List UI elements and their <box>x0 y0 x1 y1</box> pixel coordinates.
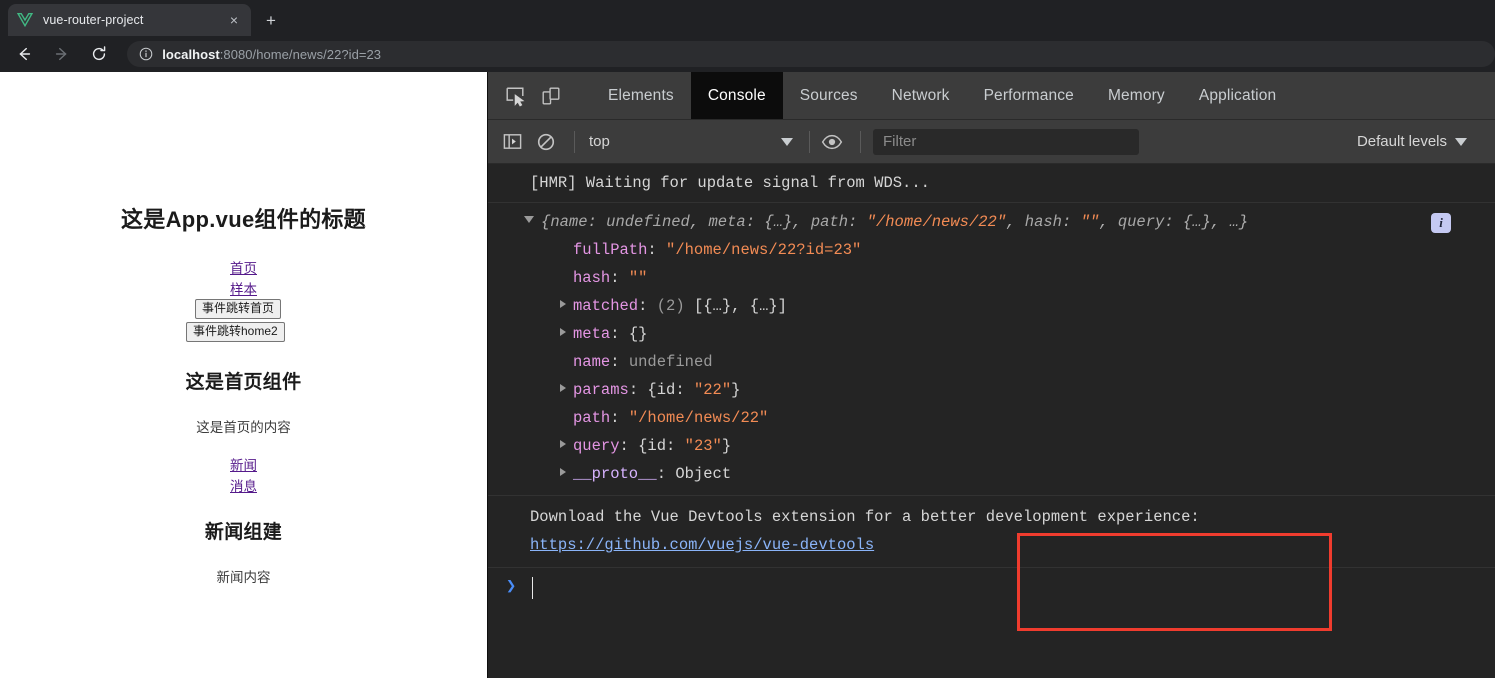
tab-performance[interactable]: Performance <box>967 72 1091 119</box>
expand-arrow-icon[interactable] <box>560 384 566 392</box>
vue-devtools-link[interactable]: https://github.com/vuejs/vue-devtools <box>530 536 874 554</box>
tab-sources[interactable]: Sources <box>783 72 875 119</box>
link-message[interactable]: 消息 <box>0 475 487 495</box>
console-message-vue-devtools: Download the Vue Devtools extension for … <box>488 496 1495 568</box>
browser-toolbar: localhost:8080/home/news/22?id=23 <box>0 36 1495 72</box>
execution-context-label: top <box>589 133 610 150</box>
address-bar[interactable]: localhost:8080/home/news/22?id=23 <box>127 41 1495 67</box>
news-content: 新闻内容 <box>216 570 271 585</box>
link-home[interactable]: 首页 <box>0 257 487 277</box>
filter-placeholder: Filter <box>883 133 917 150</box>
vue-devtools-notice: Download the Vue Devtools extension for … <box>530 508 1200 526</box>
news-heading: 新闻组建 <box>204 522 283 543</box>
info-badge[interactable]: i <box>1431 213 1451 233</box>
live-expression-icon[interactable] <box>818 128 846 156</box>
tab-title: vue-router-project <box>43 13 144 27</box>
browser-tab[interactable]: vue-router-project × <box>8 4 251 36</box>
jump-home2-button[interactable]: 事件跳转home2 <box>186 322 285 342</box>
tab-memory[interactable]: Memory <box>1091 72 1182 119</box>
hmr-text: [HMR] Waiting for update signal from WDS… <box>530 174 930 192</box>
inspect-element-icon[interactable] <box>500 81 530 111</box>
info-circle-icon[interactable] <box>138 47 153 62</box>
expand-arrow-icon[interactable] <box>560 468 566 476</box>
close-icon[interactable]: × <box>225 11 243 29</box>
execution-context-selector[interactable]: top <box>583 130 801 154</box>
filterbar-divider-3 <box>860 130 861 153</box>
link-sample[interactable]: 样本 <box>0 278 487 298</box>
devtools-panel: Elements Console Sources Network Perform… <box>487 72 1495 678</box>
prop-hash: hash: "" <box>573 269 648 287</box>
console-prompt[interactable]: ❯ <box>488 568 1495 608</box>
tab-network[interactable]: Network <box>875 72 967 119</box>
prop-fullPath: fullPath: "/home/news/22?id=23" <box>573 241 862 259</box>
log-levels-label: Default levels <box>1356 133 1448 150</box>
tab-application[interactable]: Application <box>1182 72 1293 119</box>
prop-meta[interactable]: meta: {} <box>530 320 1495 348</box>
console-message-object[interactable]: {name: undefined, meta: {…}, path: "/hom… <box>488 203 1495 496</box>
filter-input[interactable]: Filter <box>873 128 1139 155</box>
jump-home-button[interactable]: 事件跳转首页 <box>195 299 282 319</box>
object-preview: {name: undefined, meta: {…}, path: "/hom… <box>541 213 1249 231</box>
devtools-tab-list: Elements Console Sources Network Perform… <box>591 72 1495 119</box>
url-path: :8080/home/news/22?id=23 <box>219 46 382 62</box>
tab-console[interactable]: Console <box>690 72 783 119</box>
console-sidebar-icon[interactable] <box>498 128 526 156</box>
home-content: 这是首页的内容 <box>196 420 291 435</box>
filterbar-divider-2 <box>809 130 810 153</box>
prompt-cursor <box>532 577 534 599</box>
tab-strip: vue-router-project × + <box>0 0 1495 36</box>
filterbar-divider-1 <box>574 130 575 153</box>
url-host: localhost <box>162 46 220 62</box>
devtools-tool-icons <box>488 72 591 119</box>
chevron-down-icon-levels <box>1455 137 1468 146</box>
prop-matched[interactable]: matched: (2) [{…}, {…}] <box>530 292 1495 320</box>
expand-arrow-icon[interactable] <box>560 440 566 448</box>
browser-window: vue-router-project × + localhost:8080/h… <box>0 0 1495 678</box>
page-title: 这是App.vue组件的标题 <box>121 207 366 232</box>
prop-proto[interactable]: __proto__: Object <box>530 460 1495 488</box>
prop-name: name: undefined <box>573 353 713 371</box>
home-heading: 这是首页组件 <box>185 372 302 393</box>
expand-arrow-icon[interactable] <box>560 300 566 308</box>
clear-console-icon[interactable] <box>532 128 560 156</box>
forward-button[interactable] <box>48 40 76 68</box>
expand-arrow-icon[interactable] <box>560 328 566 336</box>
chevron-down-icon <box>781 137 793 146</box>
console-message-hmr: [HMR] Waiting for update signal from WDS… <box>488 164 1495 203</box>
reload-button[interactable] <box>86 40 114 68</box>
prompt-caret-icon: ❯ <box>506 578 517 597</box>
link-news[interactable]: 新闻 <box>0 454 487 474</box>
vue-logo-icon <box>16 11 34 29</box>
devtools-tabbar: Elements Console Sources Network Perform… <box>488 72 1495 120</box>
page-viewport: 这是App.vue组件的标题 首页 样本 事件跳转首页 事件跳转home2 这是… <box>0 72 487 678</box>
console-message-list[interactable]: [HMR] Waiting for update signal from WDS… <box>488 164 1495 678</box>
expand-arrow-open-icon[interactable] <box>524 216 534 223</box>
prop-params[interactable]: params: {id: "22"} <box>530 376 1495 404</box>
browser-chrome: vue-router-project × + localhost:8080/h… <box>0 0 1495 72</box>
new-tab-button[interactable]: + <box>258 7 284 33</box>
console-filter-bar: top Filter Default levels <box>488 120 1495 164</box>
device-toolbar-icon[interactable] <box>536 81 566 111</box>
back-button[interactable] <box>10 40 38 68</box>
object-preview-line[interactable]: {name: undefined, meta: {…}, path: "/hom… <box>524 208 1495 236</box>
prop-path: path: "/home/news/22" <box>573 409 769 427</box>
tab-elements[interactable]: Elements <box>591 72 691 119</box>
log-levels-selector[interactable]: Default levels <box>1356 133 1468 150</box>
prop-query[interactable]: query: {id: "23"} <box>530 432 1495 460</box>
